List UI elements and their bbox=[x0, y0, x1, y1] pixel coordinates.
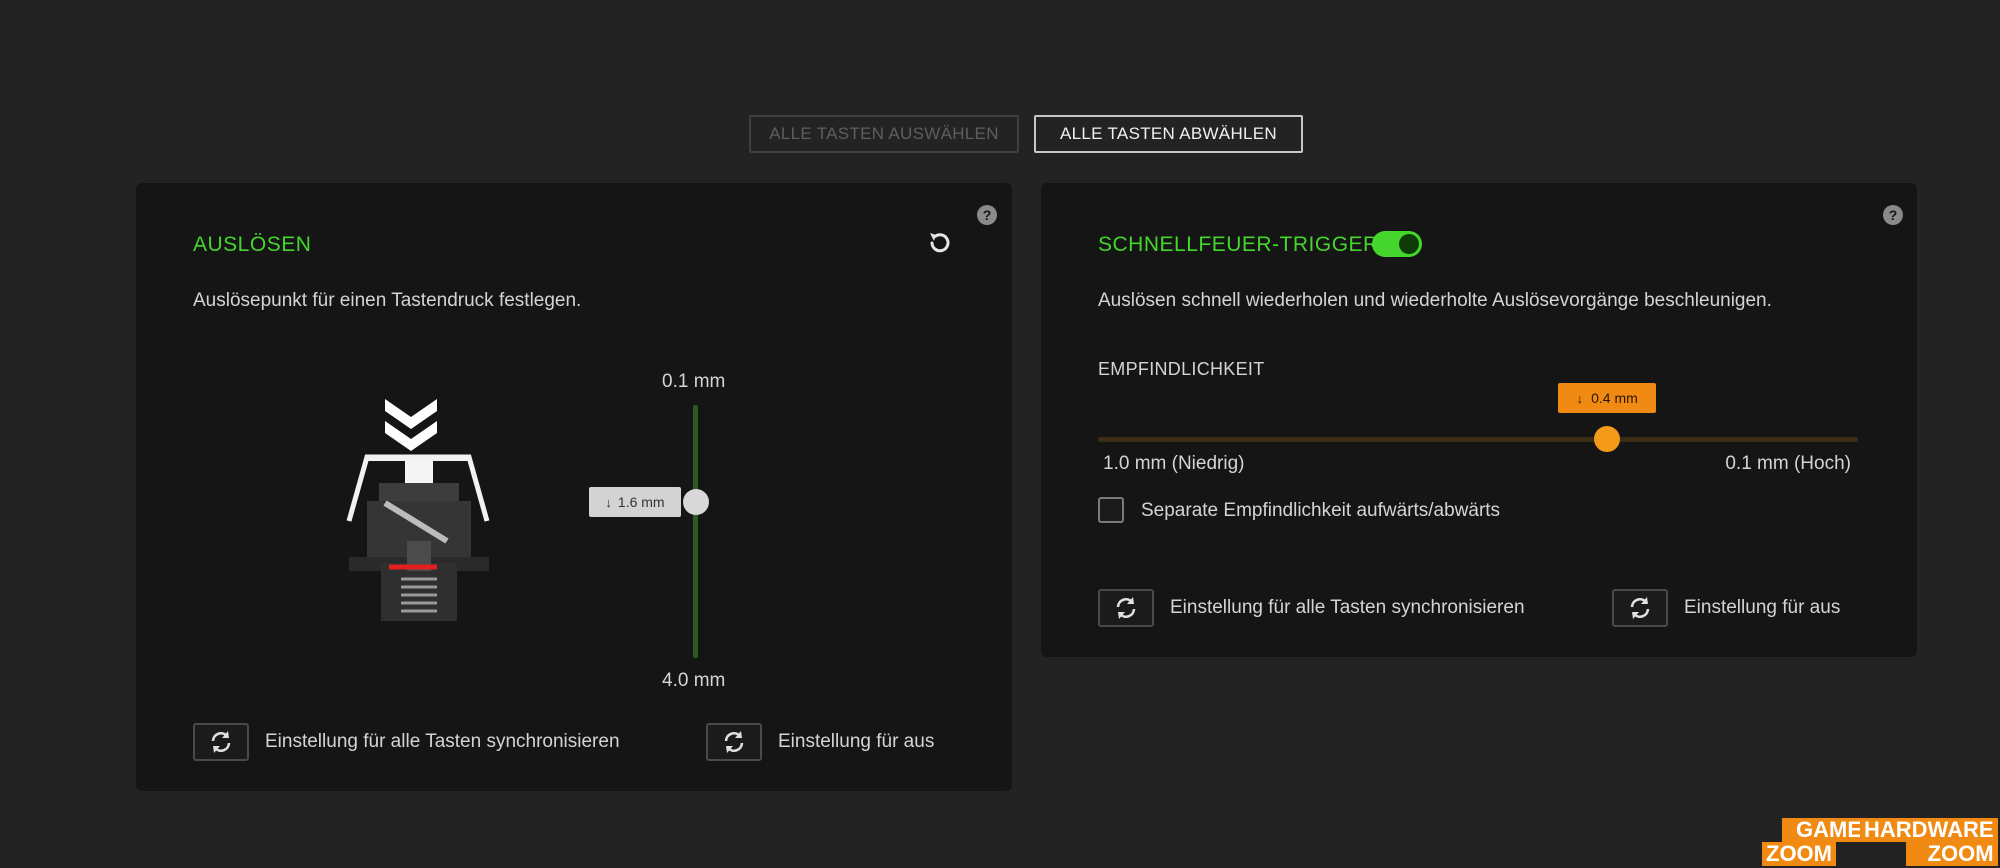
separate-sensitivity-checkbox[interactable] bbox=[1098, 497, 1124, 523]
arrow-down-icon: ↓ bbox=[1576, 390, 1584, 406]
sync-all-label: Einstellung für alle Tasten synchronisie… bbox=[265, 731, 620, 752]
switch-illustration bbox=[319, 391, 519, 623]
hardwarezoom-logo: HARDWARE ZOOM bbox=[1860, 818, 1998, 866]
hardwarezoom-logo-bottom: ZOOM bbox=[1906, 842, 1998, 866]
help-icon[interactable]: ? bbox=[977, 205, 997, 225]
actuation-description: Auslösepunkt für einen Tastendruck festl… bbox=[193, 290, 582, 311]
reset-icon[interactable] bbox=[926, 229, 954, 257]
sync-icon bbox=[211, 731, 231, 753]
sync-icon bbox=[1116, 597, 1136, 619]
actuation-slider-track[interactable] bbox=[693, 405, 698, 658]
help-icon[interactable]: ? bbox=[1883, 205, 1903, 225]
actuation-slider-bottom-label: 4.0 mm bbox=[662, 670, 726, 691]
actuation-slider-handle[interactable] bbox=[683, 489, 709, 516]
gamezoom-logo: GAME ZOOM bbox=[1762, 818, 1866, 866]
sync-selected-row: Einstellung für aus bbox=[706, 723, 992, 761]
actuation-slider-top-label: 0.1 mm bbox=[662, 371, 726, 392]
gamezoom-logo-bottom: ZOOM bbox=[1762, 842, 1836, 866]
sync-icon bbox=[724, 731, 744, 753]
sync-all-button[interactable] bbox=[193, 723, 249, 761]
toggle-knob bbox=[1399, 234, 1419, 254]
sync-selected-button[interactable] bbox=[1612, 589, 1668, 627]
sync-all-label: Einstellung für alle Tasten synchronisie… bbox=[1170, 597, 1525, 618]
rapid-trigger-toggle[interactable] bbox=[1372, 231, 1422, 257]
sensitivity-value-tag: ↓ 0.4 mm bbox=[1558, 383, 1657, 413]
rapid-trigger-panel: ? SCHNELLFEUER-TRIGGER Auslösen schnell … bbox=[1041, 183, 1917, 657]
actuation-value-label: 1.6 mm bbox=[617, 494, 665, 511]
sync-selected-label: Einstellung für aus bbox=[778, 731, 935, 752]
sensitivity-slider-track[interactable] bbox=[1098, 437, 1858, 442]
separate-sensitivity-label: Separate Empfindlichkeit aufwärts/abwärt… bbox=[1141, 500, 1501, 521]
actuation-panel: ? AUSLÖSEN Auslösepunkt für einen Tasten… bbox=[136, 183, 1012, 791]
gamezoom-logo-top: GAME bbox=[1782, 818, 1866, 842]
rapid-trigger-title: SCHNELLFEUER-TRIGGER bbox=[1098, 233, 1379, 256]
actuation-value-tag: ↓ 1.6 mm bbox=[589, 487, 681, 518]
chevrons-down-icon bbox=[385, 399, 437, 451]
sensitivity-min-label: 1.0 mm (Niedrig) bbox=[1103, 453, 1245, 474]
sync-selected-label: Einstellung für aus bbox=[1684, 597, 1841, 618]
sensitivity-max-label: 0.1 mm (Hoch) bbox=[1725, 453, 1851, 474]
deselect-all-keys-button[interactable]: ALLE TASTEN ABWÄHLEN bbox=[1034, 115, 1303, 153]
select-all-keys-button[interactable]: ALLE TASTEN AUSWÄHLEN bbox=[749, 115, 1019, 153]
sync-icon bbox=[1630, 597, 1650, 619]
sensitivity-label: EMPFINDLICHKEIT bbox=[1098, 359, 1265, 379]
sync-selected-row: Einstellung für aus bbox=[1612, 589, 1898, 627]
rapid-trigger-description: Auslösen schnell wiederholen und wiederh… bbox=[1098, 290, 1772, 311]
arrow-down-icon: ↓ bbox=[605, 494, 612, 510]
sensitivity-value-label: 0.4 mm bbox=[1591, 390, 1638, 406]
sync-all-row: Einstellung für alle Tasten synchronisie… bbox=[193, 723, 620, 761]
actuation-title: AUSLÖSEN bbox=[193, 233, 312, 256]
sensitivity-slider-handle[interactable] bbox=[1594, 426, 1621, 452]
sync-all-row: Einstellung für alle Tasten synchronisie… bbox=[1098, 589, 1525, 627]
hardwarezoom-logo-top: HARDWARE bbox=[1860, 818, 1998, 842]
sync-all-button[interactable] bbox=[1098, 589, 1154, 627]
sync-selected-button[interactable] bbox=[706, 723, 762, 761]
